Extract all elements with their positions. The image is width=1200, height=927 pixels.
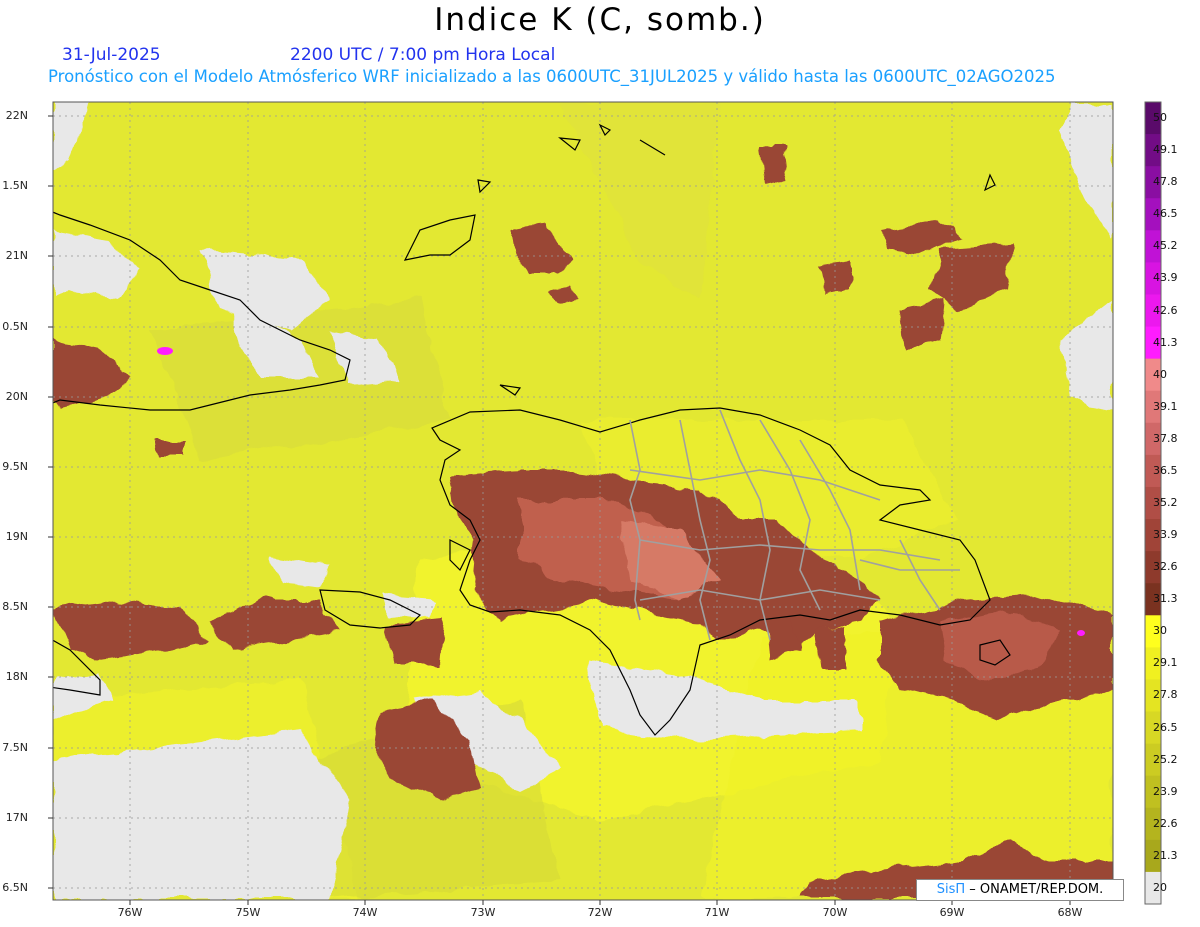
lat-label: 22N xyxy=(5,109,28,122)
colorbar-label: 25.2 xyxy=(1153,752,1178,766)
forecast-date: 31-Jul-2025 xyxy=(62,45,161,65)
credit-brand: SisΠ xyxy=(936,882,966,897)
colorbar-label: 31.3 xyxy=(1153,592,1178,606)
colorbar-label: 21.3 xyxy=(1153,848,1178,862)
lat-label: 0.5N xyxy=(2,320,28,333)
colorbar-label: 43.9 xyxy=(1153,271,1178,285)
colorbar-label: 36.5 xyxy=(1153,463,1178,477)
lon-label: 70W xyxy=(822,906,848,919)
colorbar-label: 42.6 xyxy=(1153,303,1178,317)
lat-label: 8.5N xyxy=(2,600,28,613)
lat-label: 20N xyxy=(5,390,28,403)
colorbar-label: 41.3 xyxy=(1153,335,1178,349)
colorbar-label: 35.2 xyxy=(1153,496,1178,509)
colorbar-label: 30 xyxy=(1153,624,1167,638)
colorbar-label: 23.9 xyxy=(1153,784,1178,798)
colorbar-label: 20 xyxy=(1153,880,1167,894)
forecast-time: 2200 UTC / 7:00 pm Hora Local xyxy=(290,45,556,65)
model-subtitle: Pronóstico con el Modelo Atmósferico WRF… xyxy=(48,67,1056,86)
colorbar-label: 47.8 xyxy=(1153,175,1178,189)
colorbar-label: 46.5 xyxy=(1153,207,1178,221)
lat-label: 9.5N xyxy=(2,460,28,473)
colorbar-label: 32.6 xyxy=(1153,560,1178,574)
lon-label: 68W xyxy=(1057,906,1083,919)
lon-label: 71W xyxy=(704,906,730,919)
lon-label: 73W xyxy=(470,906,496,919)
map-title: Indice K (C, somb.) xyxy=(434,2,766,38)
colorbar-label: 29.1 xyxy=(1153,656,1178,670)
lat-label: 17N xyxy=(5,811,28,824)
colorbar-label: 45.2 xyxy=(1153,239,1178,253)
colorbar-label: 26.5 xyxy=(1153,720,1178,734)
lon-label: 69W xyxy=(939,906,965,919)
colorbar-label: 22.6 xyxy=(1153,816,1178,830)
colorbar-label: 39.1 xyxy=(1153,399,1178,413)
lat-label: 19N xyxy=(5,530,28,543)
lon-label: 72W xyxy=(587,906,613,919)
lat-label: 21N xyxy=(5,249,28,262)
colorbar-label: 33.9 xyxy=(1153,528,1178,542)
map-canvas xyxy=(48,101,1162,905)
lat-label: 1.5N xyxy=(2,179,28,192)
lat-label: 18N xyxy=(5,670,28,683)
colorbar-label: 40 xyxy=(1153,367,1167,381)
credit-text: – ONAMET/REP.DOM. xyxy=(969,882,1104,897)
lon-label: 76W xyxy=(117,906,143,919)
colorbar-label: 49.1 xyxy=(1153,143,1178,157)
lon-label: 74W xyxy=(352,906,378,919)
colorbar-label: 50 xyxy=(1153,111,1167,125)
lat-label: 7.5N xyxy=(2,741,28,754)
lon-label: 75W xyxy=(235,906,261,919)
colorbar-label: 27.8 xyxy=(1153,688,1178,702)
colorbar-label: 37.8 xyxy=(1153,431,1178,445)
credit-box: SisΠ – ONAMET/REP.DOM. xyxy=(916,879,1124,901)
lat-label: 6.5N xyxy=(2,881,28,894)
